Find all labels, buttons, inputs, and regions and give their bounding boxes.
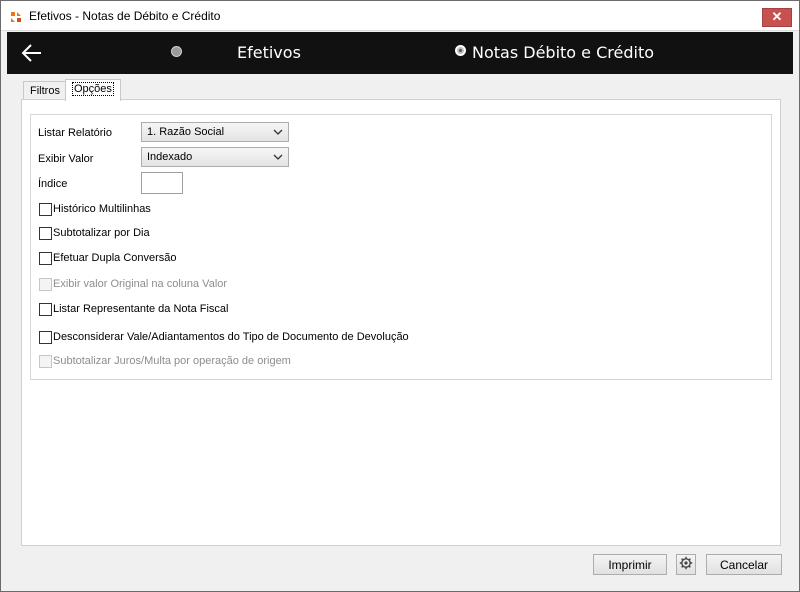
listar-relatorio-select[interactable]: 1. Razão Social [141,122,289,142]
historico-multilinhas-label: Histórico Multilinhas [53,203,151,215]
chevron-down-icon [273,154,283,160]
cancel-button[interactable]: Cancelar [706,554,782,575]
exibir-valor-label: Exibir Valor [38,153,94,165]
print-button[interactable]: Imprimir [593,554,667,575]
dialog-window: Efetivos - Notas de Débito e Crédito ✕ E… [0,0,800,592]
exibir-valor-select[interactable]: Indexado [141,147,289,167]
gear-icon [679,556,693,570]
exibir-valor-original-label: Exibir valor Original na coluna Valor [53,278,228,290]
app-logo-icon [9,10,23,24]
title-bar: Efetivos - Notas de Débito e Crédito ✕ [1,1,799,31]
exibir-valor-original-checkbox [39,278,52,291]
listar-representante-checkbox[interactable] [39,303,52,316]
historico-multilinhas-checkbox[interactable] [39,203,52,216]
close-button[interactable]: ✕ [762,8,792,27]
subtotalizar-por-dia-label: Subtotalizar por Dia [53,227,150,239]
back-arrow-icon[interactable] [19,40,45,66]
listar-relatorio-value: 1. Razão Social [147,126,225,138]
indice-label: Índice [38,178,68,190]
tab-content-panel: Listar Relatório 1. Razão Social Exibir … [21,99,781,546]
step-indicator-notas [455,45,466,56]
subtotalizar-juros-label: Subtotalizar Juros/Multa por operação de… [53,355,291,367]
efetuar-dupla-conversao-checkbox[interactable] [39,252,52,265]
wizard-step-bar: Efetivos Notas Débito e Crédito [7,32,793,74]
cancel-button-label: Cancelar [719,558,769,572]
step-indicator-efetivos [171,46,182,57]
tab-filtros[interactable]: Filtros [23,81,67,101]
exibir-valor-value: Indexado [147,151,193,163]
desconsiderar-vale-label: Desconsiderar Vale/Adiantamentos do Tipo… [53,331,409,343]
desconsiderar-vale-checkbox[interactable] [39,331,52,344]
step-efetivos[interactable]: Efetivos [237,43,301,62]
print-button-label: Imprimir [608,558,652,572]
indice-input[interactable] [141,172,183,194]
window-title: Efetivos - Notas de Débito e Crédito [29,9,221,23]
listar-relatorio-label: Listar Relatório [38,127,112,139]
options-group: Listar Relatório 1. Razão Social Exibir … [30,114,772,380]
settings-button[interactable] [676,554,696,575]
tab-opcoes-label: Opções [72,82,114,96]
tab-opcoes[interactable]: Opções [65,79,121,101]
tab-filtros-label: Filtros [30,85,60,97]
subtotalizar-juros-checkbox [39,355,52,368]
step-notas-debito-credito[interactable]: Notas Débito e Crédito [472,43,654,62]
subtotalizar-por-dia-checkbox[interactable] [39,227,52,240]
efetuar-dupla-conversao-label: Efetuar Dupla Conversão [53,252,177,264]
listar-representante-label: Listar Representante da Nota Fiscal [53,303,229,315]
chevron-down-icon [273,129,283,135]
